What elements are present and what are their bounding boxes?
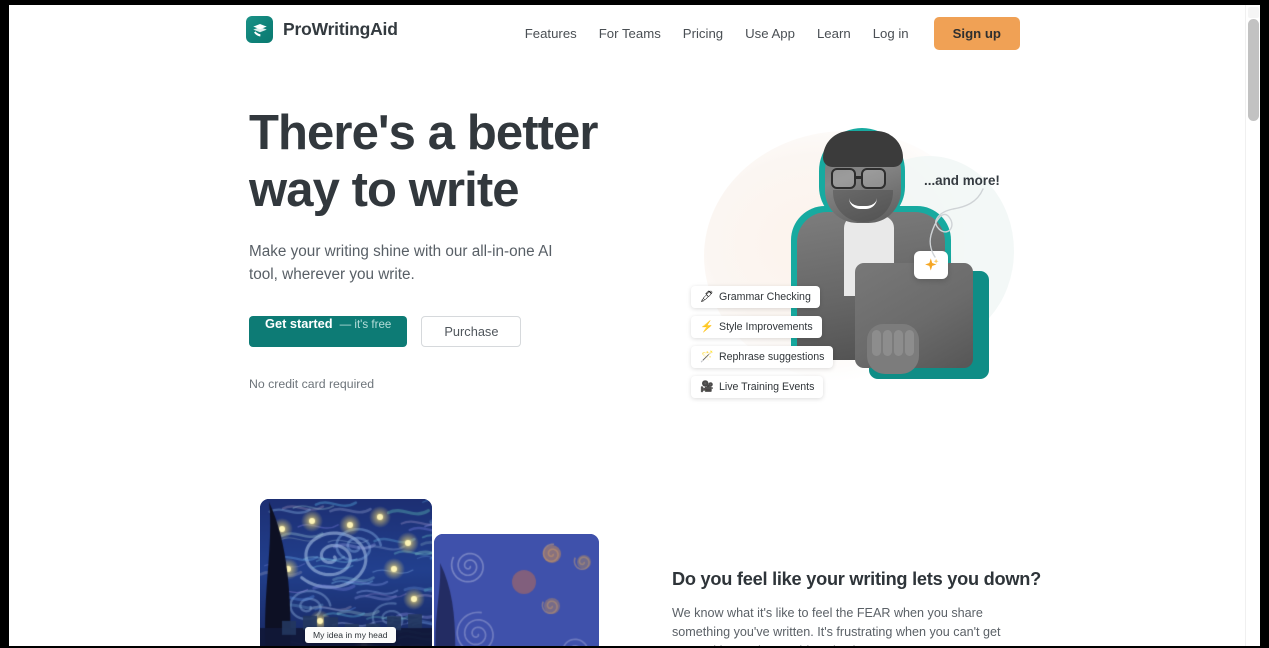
feature-chip-label: Grammar Checking <box>719 291 811 303</box>
annotation-curve-line <box>917 187 987 259</box>
finger <box>905 330 914 356</box>
finger <box>883 330 892 356</box>
lightning-bolt-icon: ⚡ <box>700 322 713 333</box>
glasses-left-lens-icon <box>831 168 856 189</box>
magic-wand-icon: 🪄 <box>700 352 713 363</box>
feather-pen-icon: 🖋 <box>700 292 713 303</box>
nav-item-pricing[interactable]: Pricing <box>672 18 734 49</box>
starry-night-painting <box>260 499 432 646</box>
sign-up-button[interactable]: Sign up <box>934 17 1020 50</box>
nav-item-for-teams[interactable]: For Teams <box>588 18 672 49</box>
lower-copy: Do you feel like your writing lets you d… <box>672 569 1020 646</box>
page-content: ProWritingAid Features For Teams Pricing… <box>9 5 1245 646</box>
get-started-label: Get started <box>265 316 333 331</box>
hero-cta-group: Get started — it's free Purchase <box>249 316 639 347</box>
feature-chip-list: 🖋 Grammar Checking ⚡ Style Improvements … <box>691 286 863 406</box>
feature-chip-grammar-checking[interactable]: 🖋 Grammar Checking <box>691 286 820 308</box>
get-started-button[interactable]: Get started — it's free <box>249 316 407 347</box>
nav-item-features[interactable]: Features <box>514 18 588 49</box>
get-started-note: — it's free <box>340 318 392 331</box>
feature-chip-label: Style Improvements <box>719 321 813 333</box>
feature-chip-rephrase-suggestions[interactable]: 🪄 Rephrase suggestions <box>691 346 833 368</box>
no-credit-card-note: No credit card required <box>249 377 639 391</box>
lower-heading: Do you feel like your writing lets you d… <box>672 569 1020 590</box>
flat-blue-card <box>434 534 599 646</box>
site-header: ProWritingAid Features For Teams Pricing… <box>9 5 1245 61</box>
prowritingaid-logo-icon <box>246 16 273 43</box>
page-viewport: ProWritingAid Features For Teams Pricing… <box>9 5 1260 646</box>
scroll-up-button[interactable] <box>1248 7 1259 18</box>
glasses-right-lens-icon <box>861 168 886 189</box>
purchase-button[interactable]: Purchase <box>421 316 521 347</box>
and-more-annotation: ...and more! <box>924 173 1000 188</box>
hero-title: There's a better way to write <box>249 105 639 219</box>
writing-lets-you-down-section: My idea in my head Do you feel like your… <box>9 491 1245 646</box>
illustration-card-pair: My idea in my head <box>254 499 599 646</box>
person-hair <box>823 131 903 167</box>
feature-chip-label: Live Training Events <box>719 381 814 393</box>
brand-logo-link[interactable]: ProWritingAid <box>246 16 398 43</box>
browser-window-frame: ProWritingAid Features For Teams Pricing… <box>0 0 1269 648</box>
scrollbar-thumb[interactable] <box>1248 19 1259 121</box>
nav-item-use-app[interactable]: Use App <box>734 18 806 49</box>
hero-copy: There's a better way to write Make your … <box>249 105 639 391</box>
glasses-bridge <box>856 176 861 179</box>
hero-section: There's a better way to write Make your … <box>9 61 1245 491</box>
vertical-scrollbar[interactable] <box>1245 5 1260 646</box>
starry-night-card: My idea in my head <box>260 499 432 646</box>
person-hand <box>867 324 919 374</box>
finger <box>872 330 881 356</box>
main-navigation: Features For Teams Pricing Use App Learn… <box>514 17 1020 50</box>
video-camera-icon: 🎥 <box>700 382 713 393</box>
lower-body-text: We know what it's like to feel the FEAR … <box>672 604 1012 646</box>
starry-night-caption: My idea in my head <box>305 627 396 643</box>
brand-name: ProWritingAid <box>283 19 398 40</box>
feature-chip-style-improvements[interactable]: ⚡ Style Improvements <box>691 316 822 338</box>
simplified-painting <box>434 534 599 646</box>
nav-item-log-in[interactable]: Log in <box>862 18 920 49</box>
hero-illustration: ...and more! 🖋 Grammar Checking ⚡ Style … <box>669 111 1019 451</box>
finger <box>894 330 903 356</box>
feature-chip-live-training-events[interactable]: 🎥 Live Training Events <box>691 376 823 398</box>
feature-chip-label: Rephrase suggestions <box>719 351 824 363</box>
hero-subtitle: Make your writing shine with our all-in-… <box>249 240 579 286</box>
nav-item-learn[interactable]: Learn <box>806 18 862 49</box>
